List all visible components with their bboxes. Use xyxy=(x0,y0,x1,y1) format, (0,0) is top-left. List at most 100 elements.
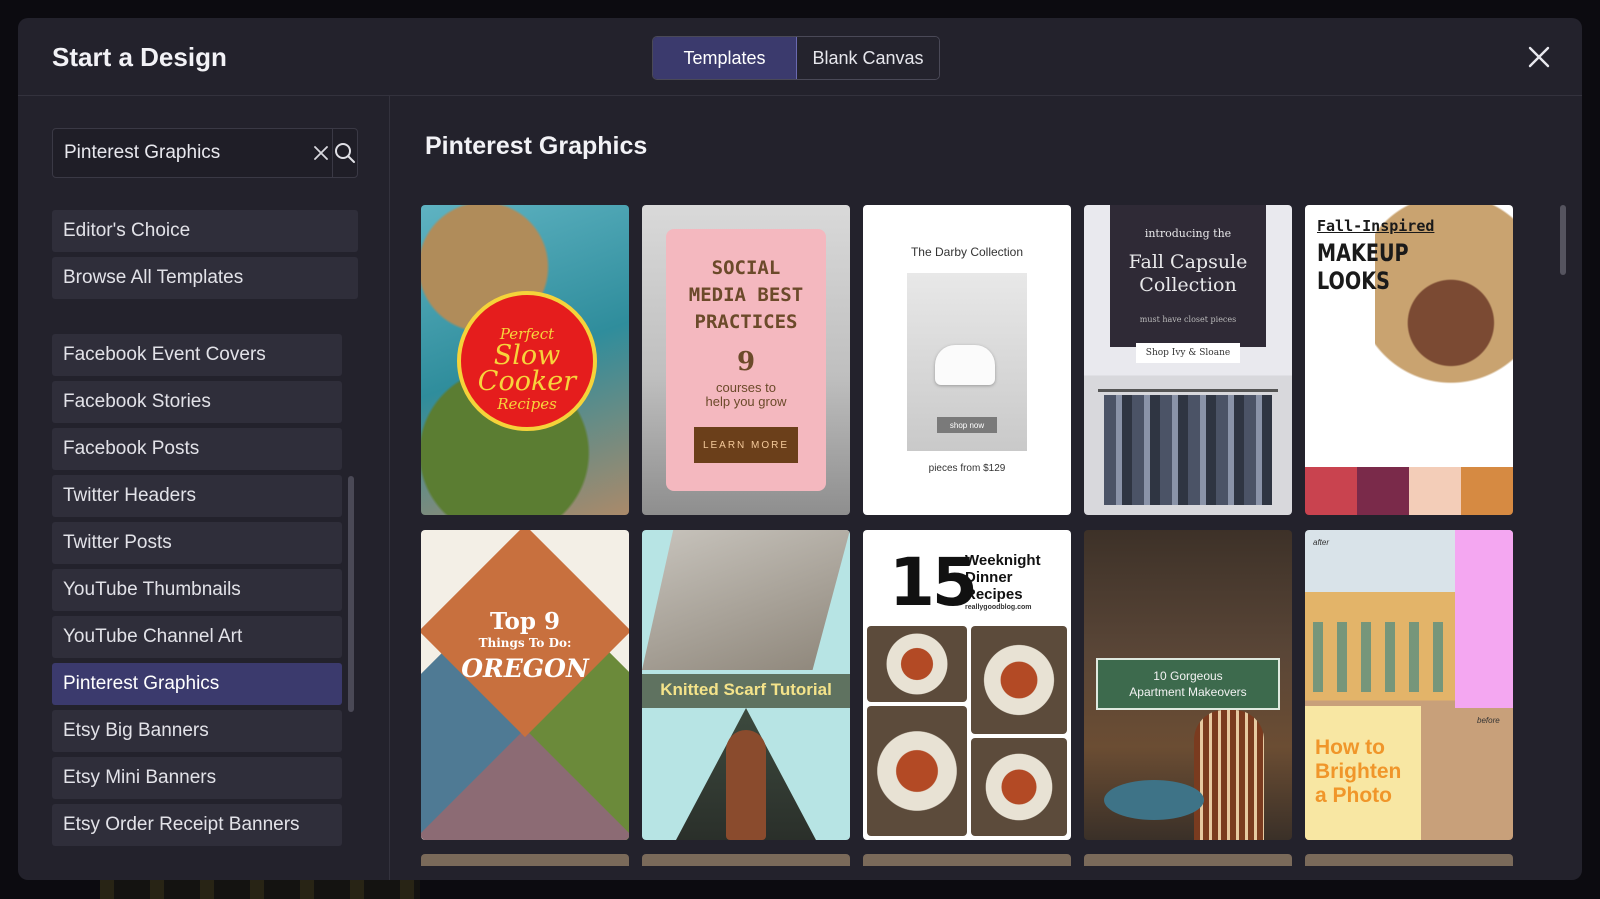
food-photo xyxy=(971,738,1067,836)
food-photo xyxy=(867,706,967,836)
card-subtitle: Things To Do: xyxy=(478,636,572,650)
template-card-peek[interactable] xyxy=(421,854,629,866)
sidebar-item-browse-all[interactable]: Browse All Templates xyxy=(52,257,358,299)
tag-before: before xyxy=(1477,716,1500,725)
food-photo xyxy=(867,626,967,702)
template-card-peek[interactable] xyxy=(863,854,1071,866)
card-number: 15 xyxy=(889,544,978,621)
background-strip xyxy=(100,877,420,899)
template-gallery: Pinterest Graphics Perfect Slow Cooker R… xyxy=(391,96,1582,880)
template-card-fall-capsule[interactable]: introducing the Fall Capsule Collection … xyxy=(1084,205,1292,515)
template-card-peek[interactable] xyxy=(642,854,850,866)
sidebar-item-facebook-stories[interactable]: Facebook Stories xyxy=(52,381,342,423)
card-title: OREGON xyxy=(461,654,589,683)
category-list: Facebook Event Covers Facebook Stories F… xyxy=(52,334,342,851)
sidebar-item-facebook-posts[interactable]: Facebook Posts xyxy=(52,428,342,470)
close-icon xyxy=(1528,46,1550,68)
sidebar-item-etsy-big-banners[interactable]: Etsy Big Banners xyxy=(52,710,342,752)
caption-plate: 10 Gorgeous Apartment Makeovers xyxy=(1096,658,1280,710)
caption-line: Dinner xyxy=(965,569,1013,586)
model-photo xyxy=(726,730,766,840)
sidebar-item-etsy-order-receipt-banners[interactable]: Etsy Order Receipt Banners xyxy=(52,804,342,846)
search-button[interactable] xyxy=(332,129,357,177)
caption-line: Weeknight xyxy=(965,552,1041,569)
template-card-peek[interactable] xyxy=(1084,854,1292,866)
sidebar-item-facebook-event-covers[interactable]: Facebook Event Covers xyxy=(52,334,342,376)
sidebar-item-editors-choice[interactable]: Editor's Choice xyxy=(52,210,358,252)
card-caption: 10 Gorgeous Apartment Makeovers xyxy=(1129,668,1246,700)
card-caption: The Darby Collection xyxy=(910,245,1024,259)
card-url: reallygoodblog.com xyxy=(965,604,1032,611)
template-card-oregon[interactable]: Top 9 Things To Do: OREGON xyxy=(421,530,629,840)
table-image xyxy=(1104,780,1204,820)
card-caption: How to Brighten a Photo xyxy=(1315,736,1401,808)
pink-block xyxy=(1455,530,1513,708)
tab-blank-canvas[interactable]: Blank Canvas xyxy=(797,37,939,79)
featured-list: Editor's Choice Browse All Templates xyxy=(52,210,358,304)
caption-line: help you grow xyxy=(705,394,787,409)
swatch xyxy=(1461,467,1513,515)
caption-line: courses to xyxy=(716,380,776,395)
clothes-rack-bar xyxy=(1098,389,1278,392)
clothes-rack xyxy=(1104,395,1272,505)
caption-line: PRACTICES xyxy=(694,311,798,333)
card-button: Shop Ivy & Sloane xyxy=(1136,343,1240,363)
start-design-modal: Start a Design Templates Blank Canvas Pi… xyxy=(18,18,1582,880)
section-title: Pinterest Graphics xyxy=(425,132,648,160)
building-windows xyxy=(1313,622,1451,692)
sidebar-item-youtube-thumbnails[interactable]: YouTube Thumbnails xyxy=(52,569,342,611)
caption-line: Collection xyxy=(1139,274,1237,296)
card-intro: introducing the xyxy=(1144,227,1232,240)
caption-line: 10 Gorgeous xyxy=(1153,669,1223,683)
clear-icon xyxy=(313,146,328,160)
template-card-makeup-looks[interactable]: Fall-Inspired MAKEUP LOOKS xyxy=(1305,205,1513,515)
template-card-slow-cooker[interactable]: Perfect Slow Cooker Recipes xyxy=(421,205,629,515)
caption-line: MAKEUP xyxy=(1317,239,1409,267)
tab-group: Templates Blank Canvas xyxy=(652,36,940,80)
tab-templates[interactable]: Templates xyxy=(653,37,797,79)
caption-line: Brighten xyxy=(1315,760,1402,783)
sidebar-item-twitter-headers[interactable]: Twitter Headers xyxy=(52,475,342,517)
template-card-peek[interactable] xyxy=(1305,854,1513,866)
sidebar-scrollbar[interactable] xyxy=(348,476,354,712)
caption-line: a Photo xyxy=(1315,784,1392,807)
template-card-social-media[interactable]: SOCIAL MEDIA BEST PRACTICES 9 courses to… xyxy=(642,205,850,515)
caption-line: MEDIA BEST xyxy=(688,284,804,306)
next-row-peek xyxy=(421,854,1513,866)
template-card-darby-collection[interactable]: The Darby Collection shop now pieces fro… xyxy=(863,205,1071,515)
modal-title: Start a Design xyxy=(52,42,227,72)
card-caption: Top 9 xyxy=(490,608,560,635)
caption-line: SOCIAL xyxy=(711,257,781,279)
sidebar-item-twitter-posts[interactable]: Twitter Posts xyxy=(52,522,342,564)
card-subtitle: must have closet pieces xyxy=(1139,315,1237,324)
template-card-weeknight-dinner[interactable]: 15 Weeknight Dinner Recipes reallygoodbl… xyxy=(863,530,1071,840)
sidebar: Editor's Choice Browse All Templates Fac… xyxy=(18,96,390,880)
template-card-apartment-makeovers[interactable]: 10 Gorgeous Apartment Makeovers xyxy=(1084,530,1292,840)
card-number: 9 xyxy=(736,347,756,377)
card-button: LEARN MORE xyxy=(694,427,798,463)
modal-header: Start a Design Templates Blank Canvas xyxy=(18,18,1582,96)
template-card-brighten-photo[interactable]: after before How to Brighten a Photo xyxy=(1305,530,1513,840)
sidebar-scrollbar-thumb[interactable] xyxy=(348,476,354,712)
color-swatches xyxy=(1305,467,1513,515)
card-caption: Fall Capsule Collection xyxy=(1110,251,1266,297)
card-title: MAKEUP LOOKS xyxy=(1317,239,1409,295)
card-caption: SOCIAL MEDIA BEST PRACTICES xyxy=(666,255,826,336)
swatch xyxy=(1305,467,1357,515)
sidebar-item-pinterest-graphics[interactable]: Pinterest Graphics xyxy=(52,663,342,705)
sidebar-item-youtube-channel-art[interactable]: YouTube Channel Art xyxy=(52,616,342,658)
sidebar-item-etsy-mini-banners[interactable]: Etsy Mini Banners xyxy=(52,757,342,799)
swatch xyxy=(1409,467,1461,515)
search-input[interactable] xyxy=(53,129,309,177)
close-button[interactable] xyxy=(1526,44,1552,70)
caption-line: Apartment Makeovers xyxy=(1129,685,1247,699)
template-grid: Perfect Slow Cooker Recipes SOCIAL MEDIA… xyxy=(421,205,1513,840)
card-caption: Perfect Slow Cooker Recipes xyxy=(457,325,597,413)
caption-line: Cooker xyxy=(477,366,577,397)
search-clear-button[interactable] xyxy=(309,129,332,177)
template-card-knitted-scarf[interactable]: Knitted Scarf Tutorial xyxy=(642,530,850,840)
gallery-scrollbar-thumb[interactable] xyxy=(1560,205,1566,275)
caption-line: Recipes xyxy=(497,395,557,413)
chair-image xyxy=(935,345,995,385)
card-button: shop now xyxy=(937,417,997,433)
